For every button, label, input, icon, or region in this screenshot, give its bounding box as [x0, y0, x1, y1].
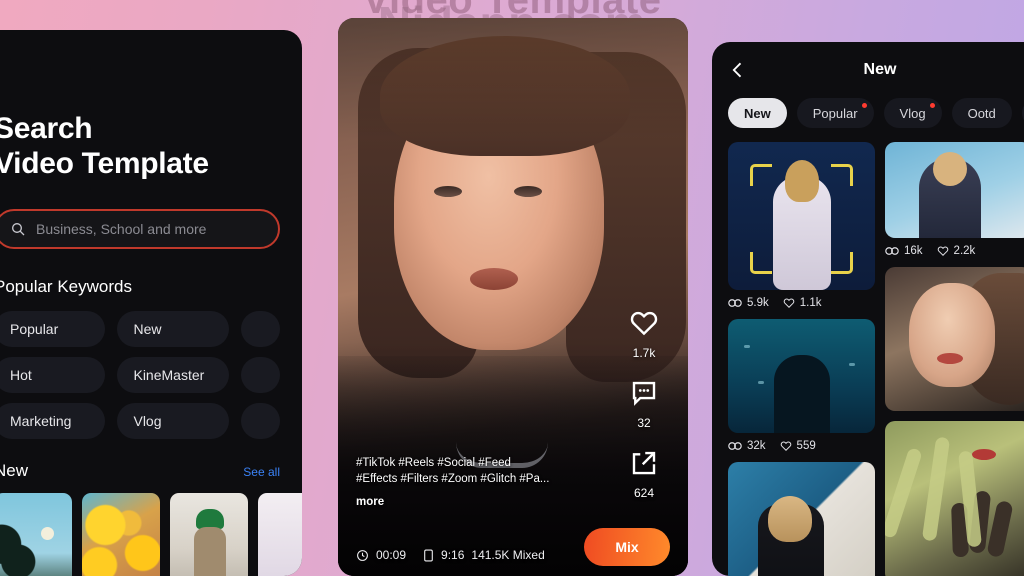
- sunglasses-thumbnail: [885, 142, 1024, 238]
- template-card-ocean-silhouette[interactable]: 32k 559: [728, 319, 875, 452]
- likes-stat: 1.1k: [783, 297, 822, 309]
- scan-frame-thumbnail: [728, 142, 875, 290]
- new-section-title: New: [0, 461, 29, 480]
- thumbnail-light-portrait[interactable]: [258, 493, 302, 576]
- keyword-chip-hot[interactable]: Hot: [0, 357, 106, 393]
- search-screen-panel: Search Video Template Business, School a…: [0, 30, 302, 576]
- tab-new[interactable]: New: [728, 98, 787, 128]
- page-title-line2: Video Template: [0, 146, 209, 180]
- uses-value: 32k: [747, 440, 766, 452]
- search-icon: [12, 223, 25, 236]
- heart-icon: [783, 298, 794, 308]
- template-card-hands-grass[interactable]: 29k 9.9k: [885, 421, 1024, 576]
- template-grid-column-left: 5.9k 1.1k 32k 559: [728, 142, 875, 576]
- page-title-line1: Search: [0, 112, 93, 145]
- comment-icon: [632, 381, 656, 406]
- heart-icon: [630, 311, 658, 336]
- card-stats: 5.9k 1.1k: [728, 297, 875, 309]
- comment-count: 32: [637, 416, 651, 430]
- see-all-link[interactable]: See all: [243, 465, 280, 479]
- new-section-header: New See all: [0, 461, 280, 481]
- keyword-chip-marketing[interactable]: Marketing: [0, 403, 106, 439]
- views-icon: [885, 247, 899, 255]
- popular-keywords-heading: Popular Keywords: [0, 277, 132, 296]
- video-action-bar: 1.7k 32 624: [618, 308, 670, 518]
- tab-ootd-label: Ootd: [967, 105, 996, 121]
- likes-value: 1.1k: [799, 297, 822, 309]
- blue-wall-dance-thumbnail: [728, 462, 875, 576]
- caption-line-1: #TikTok #Reels #Social #Feed: [356, 456, 511, 469]
- thumbnail-green-beanie[interactable]: [170, 493, 248, 576]
- page-title: Search Video Template: [0, 112, 280, 181]
- template-card-sunglasses[interactable]: 16k 2.2k: [885, 142, 1024, 257]
- share-icon: [632, 451, 656, 475]
- tab-vlog[interactable]: Vlog: [883, 98, 942, 128]
- template-preview-panel: 1.7k 32 624 #TikTok #Reels #Social #Feed…: [338, 18, 688, 576]
- template-grid-column-right: 16k 2.2k: [885, 142, 1024, 576]
- likes-stat: 2.2k: [937, 245, 976, 257]
- new-thumbnail-carousel[interactable]: [0, 493, 302, 576]
- ocean-silhouette-thumbnail: [728, 319, 875, 433]
- share-count: 624: [633, 486, 655, 500]
- phone-icon: [424, 549, 433, 561]
- uses-stat: 16k: [885, 245, 923, 257]
- template-card-scan-frame[interactable]: 5.9k 1.1k: [728, 142, 875, 309]
- hands-grass-thumbnail: [885, 421, 1024, 576]
- duration-value: 00:09: [376, 548, 407, 562]
- keyword-chip-vlog[interactable]: Vlog: [117, 403, 229, 439]
- likes-value: 559: [796, 440, 816, 452]
- likes-value: 2.2k: [953, 245, 976, 257]
- video-caption: #TikTok #Reels #Social #Feed #Effects #F…: [356, 455, 588, 508]
- tab-popular-label: Popular: [812, 105, 858, 121]
- share-action[interactable]: 624: [618, 448, 670, 500]
- thumbnail-yellow-flowers[interactable]: [82, 493, 160, 576]
- tab-popular[interactable]: Popular: [796, 98, 874, 128]
- template-grid: 5.9k 1.1k 32k 559 16k 2.2k: [712, 128, 1024, 576]
- heart-icon: [780, 441, 791, 451]
- keyword-chip-overflow-1[interactable]: [240, 311, 280, 347]
- thumbnail-moon-branches[interactable]: [0, 493, 72, 576]
- like-count: 1.7k: [632, 346, 656, 360]
- likes-stat: 559: [780, 440, 816, 452]
- search-input[interactable]: Business, School and more: [0, 209, 280, 249]
- uses-value: 16k: [904, 245, 923, 257]
- card-stats: 32k 559: [728, 440, 875, 452]
- video-metadata: 00:09 9:16 141.5K Mixed: [356, 548, 545, 562]
- keyword-chip-overflow-2[interactable]: [240, 357, 280, 393]
- comment-action[interactable]: 32: [618, 378, 670, 430]
- uses-value: 5.9k: [747, 297, 769, 309]
- search-placeholder: Business, School and more: [36, 221, 207, 237]
- template-card-soft-portrait[interactable]: [885, 267, 1024, 411]
- like-action[interactable]: 1.7k: [618, 308, 670, 360]
- soft-portrait-thumbnail: [885, 267, 1024, 411]
- keyword-chip-overflow-3[interactable]: [240, 403, 280, 439]
- caption-more-link[interactable]: more: [356, 496, 588, 508]
- tab-vlog-label: Vlog: [899, 105, 926, 121]
- tab-new-label: New: [744, 105, 771, 121]
- mix-button[interactable]: Mix: [584, 528, 670, 566]
- keyword-chip-list: Popular New Hot KineMaster Marketing Vlo…: [0, 311, 280, 439]
- usage-count: 141.5K Mixed: [471, 548, 545, 562]
- uses-stat: 5.9k: [728, 297, 769, 309]
- views-icon: [728, 442, 742, 450]
- new-templates-panel: New New Popular Vlog Ootd La: [712, 42, 1024, 576]
- views-icon: [728, 299, 742, 307]
- uses-stat: 32k: [728, 440, 766, 452]
- category-tab-bar: New Popular Vlog Ootd La: [712, 98, 1024, 128]
- keyword-chip-new[interactable]: New: [117, 311, 229, 347]
- template-card-blue-wall-dance[interactable]: [728, 462, 875, 576]
- right-panel-title: New: [863, 61, 897, 78]
- tab-vlog-badge: [929, 103, 935, 108]
- heart-icon: [937, 246, 948, 256]
- keyword-chip-kinemaster[interactable]: KineMaster: [117, 357, 229, 393]
- tab-popular-badge: [861, 103, 867, 108]
- keyword-chip-popular[interactable]: Popular: [0, 311, 106, 347]
- clock-icon: [357, 549, 368, 561]
- tab-ootd[interactable]: Ootd: [951, 98, 1012, 128]
- aspect-ratio-value: 9:16: [441, 548, 465, 562]
- card-stats: 16k 2.2k: [885, 245, 1024, 257]
- right-panel-header: New: [712, 42, 1024, 98]
- caption-line-2: #Effects #Filters #Zoom #Glitch #Pa...: [356, 473, 550, 486]
